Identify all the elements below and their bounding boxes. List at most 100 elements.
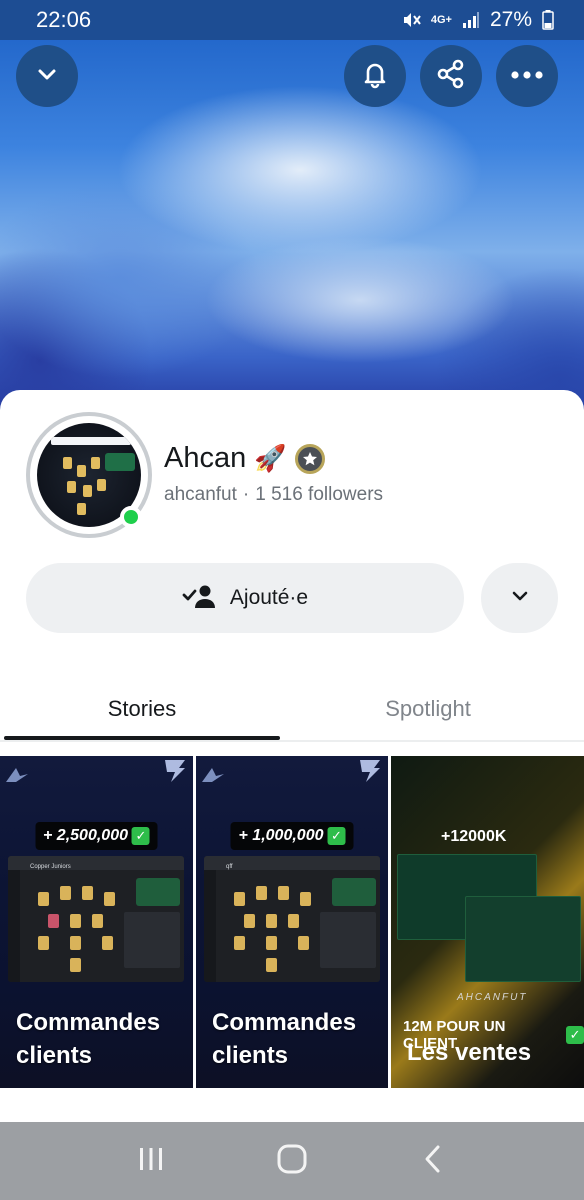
player-card <box>38 936 49 950</box>
mini-pitch <box>136 878 180 906</box>
story-screenshot <box>465 896 581 982</box>
player-card <box>256 886 267 900</box>
active-tab-indicator <box>4 736 280 740</box>
tab-spotlight[interactable]: Spotlight <box>286 680 570 738</box>
more-options-button[interactable] <box>496 45 558 107</box>
player-card <box>92 914 103 928</box>
avatar-amount-banner <box>51 437 131 445</box>
checkmark-icon: ✓ <box>566 1026 584 1044</box>
player-card <box>266 958 277 972</box>
player-card <box>300 892 311 906</box>
expand-actions-button[interactable] <box>481 563 558 633</box>
bell-icon <box>360 59 390 94</box>
star-badge-icon[interactable] <box>294 443 325 474</box>
status-indicators: 4G+ 27% <box>401 8 554 32</box>
logo-icon <box>202 768 224 782</box>
story-amount: + 2,500,000 ✓ <box>35 822 158 850</box>
rocket-emoji: 🚀 <box>254 443 287 473</box>
story-amount: + 1,000,000 ✓ <box>230 822 354 850</box>
display-name: Ahcan <box>164 442 247 474</box>
story-screenshot: Copper Juniors <box>8 856 184 982</box>
logo-icon <box>6 768 28 782</box>
network-type: 4G+ <box>430 13 452 26</box>
player-card <box>70 958 81 972</box>
story-screenshot: qff <box>204 856 380 982</box>
profile-name-row: Ahcan 🚀 <box>164 442 325 475</box>
added-label: Ajouté·e <box>229 586 309 609</box>
checkmark-icon: ✓ <box>327 827 346 845</box>
avatar-card <box>63 457 72 469</box>
back-icon <box>422 1144 444 1179</box>
logo-icon <box>360 760 380 782</box>
more-icon <box>510 67 544 85</box>
system-nav-bar <box>0 1122 584 1200</box>
username: ahcanfut <box>164 484 237 505</box>
player-card <box>38 892 49 906</box>
close-button[interactable] <box>16 45 78 107</box>
player-card <box>82 886 93 900</box>
player-card <box>60 886 71 900</box>
status-time: 22:06 <box>36 7 92 32</box>
profile-banner <box>0 0 584 420</box>
story-tile[interactable]: + 1,000,000 ✓ qff Commandes clients <box>196 756 388 1088</box>
story-tile[interactable]: + 2,500,000 ✓ Copper Juniors Commandes c… <box>0 756 193 1088</box>
home-button[interactable] <box>262 1131 322 1191</box>
screen-title: Copper Juniors <box>30 864 71 870</box>
caption-line: Commandes <box>16 1009 161 1036</box>
story-amount-text: + 1,000,000 <box>238 827 324 844</box>
battery-percentage: 27% <box>489 8 532 31</box>
player-card <box>266 914 277 928</box>
separator: · <box>242 484 250 505</box>
screen-sidebar <box>8 870 20 982</box>
signal-icon <box>462 11 480 29</box>
avatar-card <box>77 503 86 515</box>
status-bar: 22:06 4G+ 27% <box>0 0 584 40</box>
added-friend-button[interactable]: Ajouté·e <box>26 563 464 633</box>
avatar-pitch <box>105 453 135 471</box>
tab-stories[interactable]: Stories <box>0 680 284 738</box>
caption-line: Commandes <box>212 1009 357 1036</box>
avatar-card <box>77 465 86 477</box>
screen-title: qff <box>226 864 233 870</box>
recent-apps-button[interactable] <box>121 1131 181 1191</box>
checkmark-icon: ✓ <box>131 827 150 845</box>
caption-line: clients <box>212 1042 289 1069</box>
story-amount-text: +12000K <box>441 828 507 845</box>
avatar-card <box>83 485 92 497</box>
player-card <box>70 914 81 928</box>
mini-menu <box>320 912 376 968</box>
avatar-card <box>91 457 100 469</box>
player-card <box>278 886 289 900</box>
online-status-dot <box>120 506 142 528</box>
share-button[interactable] <box>420 45 482 107</box>
battery-icon <box>542 10 554 30</box>
player-card <box>104 892 115 906</box>
avatar-card <box>97 479 106 491</box>
player-card <box>244 914 255 928</box>
player-card <box>70 936 81 950</box>
home-icon <box>276 1143 308 1180</box>
player-card <box>234 936 245 950</box>
chevron-down-icon <box>35 62 59 91</box>
mini-menu <box>124 912 180 968</box>
profile-tabs: Stories Spotlight <box>0 680 584 742</box>
player-card <box>298 936 309 950</box>
notifications-button[interactable] <box>344 45 406 107</box>
player-card <box>234 892 245 906</box>
chevron-down-icon <box>509 585 531 612</box>
player-card <box>288 914 299 928</box>
story-caption: Commandes clients <box>212 1006 356 1072</box>
back-button[interactable] <box>403 1131 463 1191</box>
caption-line: clients <box>16 1042 93 1069</box>
share-icon <box>435 58 467 95</box>
story-tile[interactable]: +12000K AHCANFUT 12M POUR UN CLIENT ✓ Le… <box>391 756 584 1088</box>
mini-pitch <box>332 878 376 906</box>
watermark: AHCANFUT <box>457 992 528 1003</box>
profile-subtitle: ahcanfut · 1 516 followers <box>164 484 383 506</box>
avatar-card <box>67 481 76 493</box>
player-card <box>48 914 59 928</box>
player-card <box>266 936 277 950</box>
screen-sidebar <box>204 870 216 982</box>
follower-count[interactable]: 1 516 followers <box>255 484 383 506</box>
story-amount-text: + 2,500,000 <box>43 827 128 844</box>
